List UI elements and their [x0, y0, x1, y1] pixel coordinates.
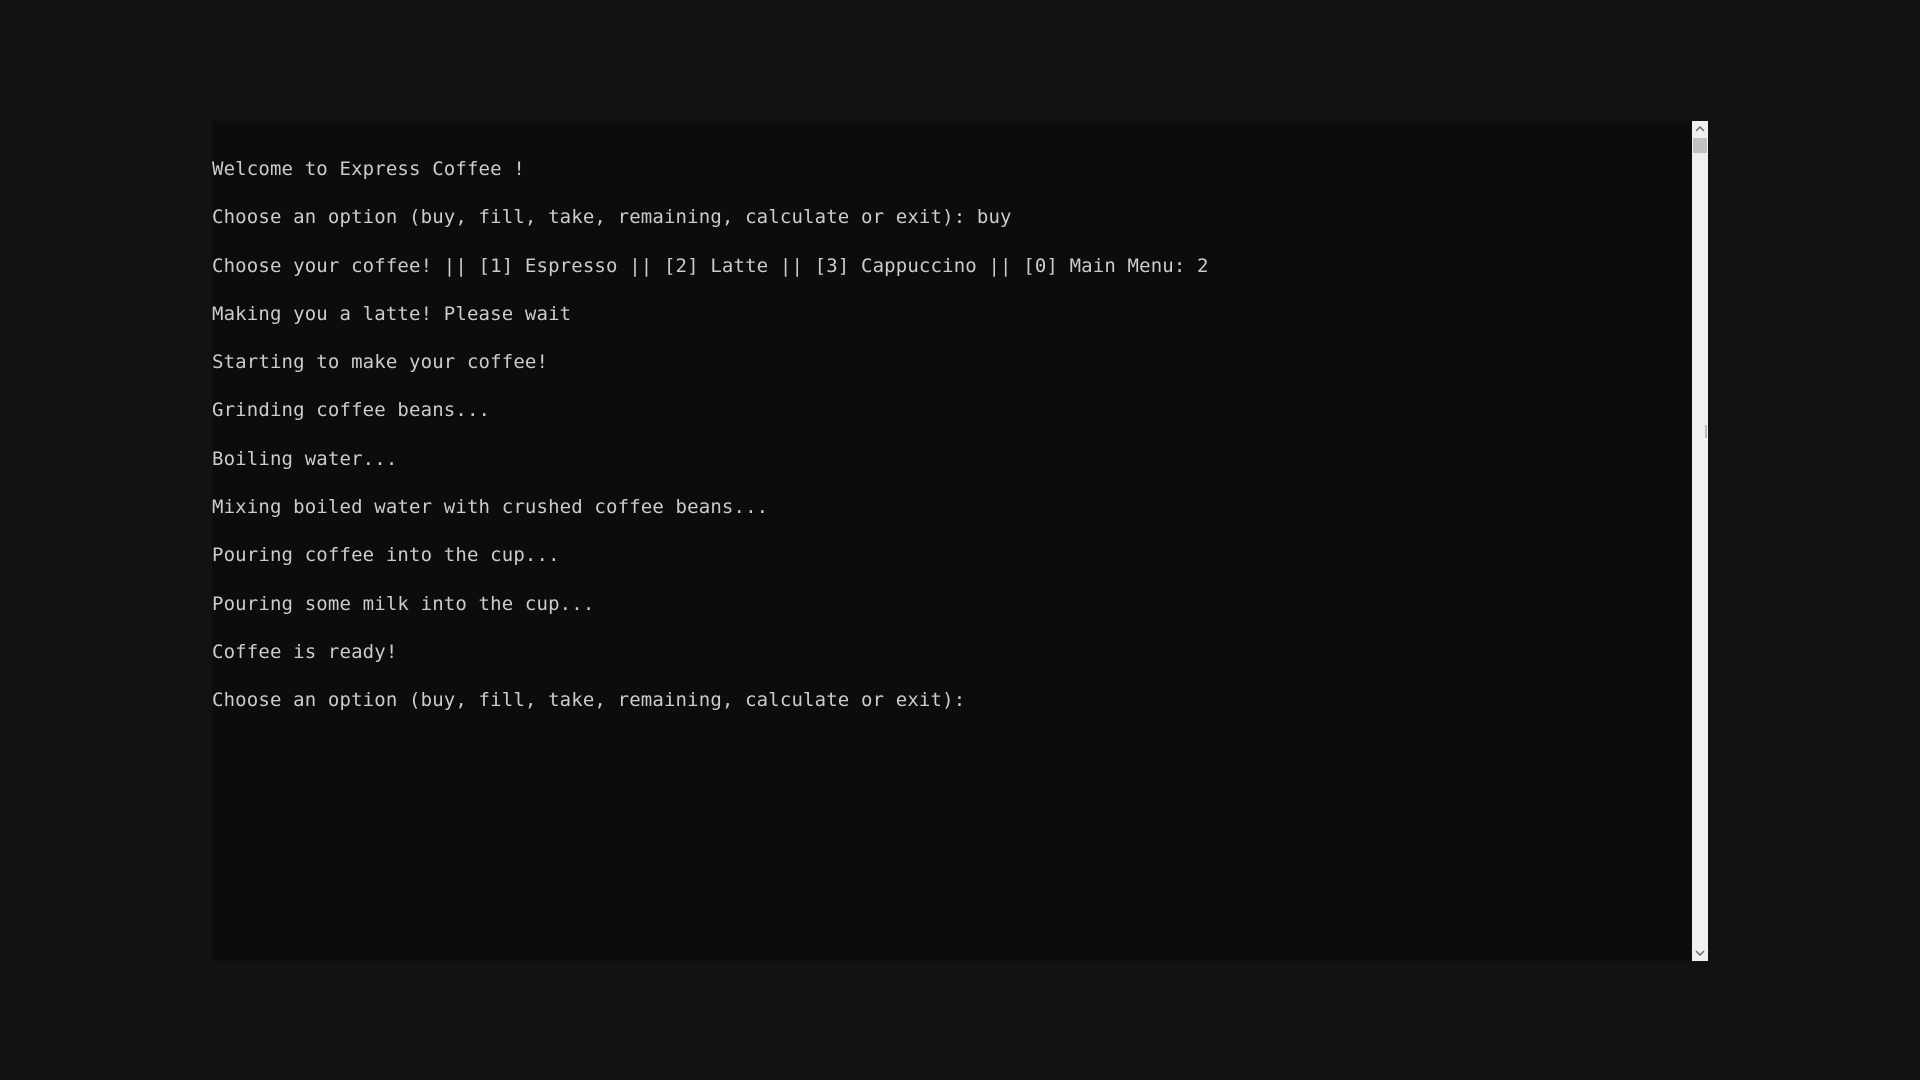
console-line-ready: Coffee is ready!: [212, 640, 398, 663]
chevron-down-icon: [1695, 950, 1705, 956]
console-line-coffee-prompt: Choose your coffee! || [1] Espresso || […: [212, 254, 1209, 277]
console-line-starting: Starting to make your coffee!: [212, 351, 549, 374]
chevron-up-icon: [1695, 126, 1705, 132]
console-input-prompt[interactable]: Choose an option (buy, fill, take, remai…: [212, 676, 1692, 724]
console-line-menu-prompt: Choose an option (buy, fill, take, remai…: [212, 206, 1012, 229]
console-output: Welcome to Express Coffee ! Choose an op…: [212, 145, 1692, 725]
vertical-scrollbar[interactable]: [1692, 121, 1708, 961]
scroll-down-button[interactable]: [1692, 945, 1708, 961]
console-line-mixing: Mixing boiled water with crushed coffee …: [212, 496, 769, 519]
console-line-pouring-coffee: Pouring coffee into the cup...: [212, 544, 560, 567]
console-line-making-latte: Making you a latte! Please wait: [212, 302, 572, 325]
console-window[interactable]: Welcome to Express Coffee ! Choose an op…: [212, 121, 1692, 961]
scroll-thumb[interactable]: [1693, 138, 1707, 153]
console-line-boiling: Boiling water...: [212, 447, 398, 470]
console-line-welcome: Welcome to Express Coffee !: [212, 158, 525, 180]
resize-grip[interactable]: [1705, 425, 1707, 438]
console-line-grinding: Grinding coffee beans...: [212, 399, 491, 422]
scroll-up-button[interactable]: [1692, 121, 1708, 137]
console-line-pouring-milk: Pouring some milk into the cup...: [212, 592, 595, 615]
